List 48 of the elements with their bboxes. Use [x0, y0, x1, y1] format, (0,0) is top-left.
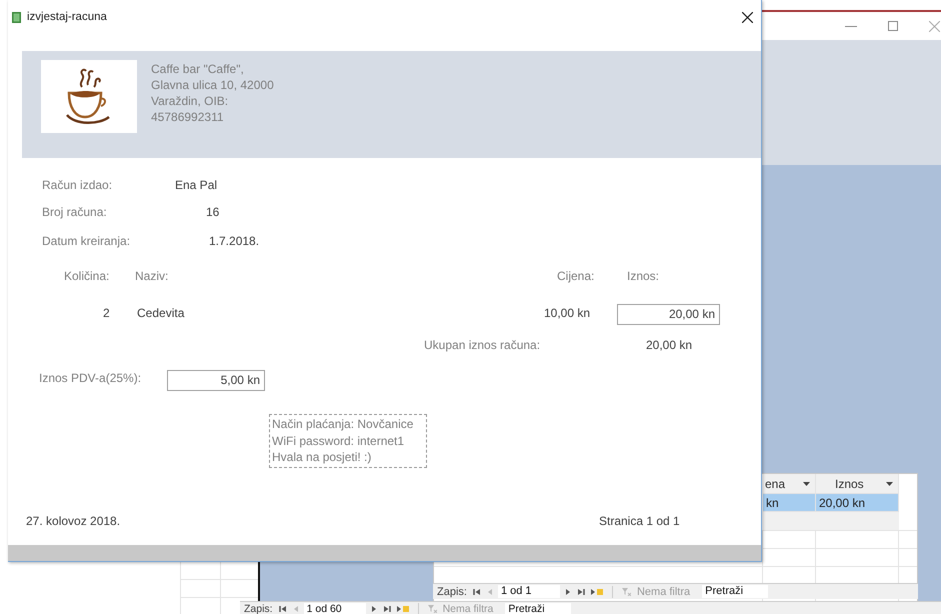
- first-record-icon[interactable]: [278, 605, 287, 613]
- field-value: Ena Pal: [175, 178, 218, 192]
- new-record-icon[interactable]: [590, 588, 603, 596]
- record-number-field[interactable]: 1 od 1: [498, 585, 560, 598]
- record-label: Zapis:: [244, 603, 273, 614]
- next-record-icon[interactable]: [372, 605, 377, 613]
- dropdown-arrow-icon[interactable]: [886, 482, 893, 486]
- company-info: 45786992311: [151, 109, 225, 125]
- field-value: 1.7.2018.: [209, 234, 260, 248]
- field-label: Datum kreiranja:: [42, 234, 130, 248]
- search-field[interactable]: Pretraži: [702, 585, 768, 598]
- column-label: Naziv:: [135, 269, 168, 283]
- field-value: 16: [206, 205, 220, 219]
- maximize-icon[interactable]: [888, 21, 898, 31]
- amount-field: 20,00 kn: [617, 304, 720, 325]
- field-label: Račun izdao:: [42, 178, 112, 192]
- page-number: Stranica 1 od 1: [599, 514, 680, 528]
- report-icon: [12, 12, 21, 22]
- window-title: izvjestaj-racuna: [27, 11, 107, 23]
- company-info: Caffe bar "Caffe",: [151, 61, 245, 77]
- total-value: 20,00 kn: [646, 338, 692, 352]
- vat-label: Iznos PDV-a(25%):: [39, 371, 142, 385]
- last-record-icon[interactable]: [576, 588, 585, 596]
- print-date: 27. kolovoz 2018.: [26, 514, 120, 528]
- last-record-icon[interactable]: [382, 605, 391, 613]
- quantity-value: 2: [103, 306, 110, 320]
- next-record-icon[interactable]: [566, 588, 571, 596]
- column-label: Iznos:: [627, 269, 660, 283]
- dropdown-arrow-icon[interactable]: [803, 482, 810, 486]
- company-info: Glavna ulica 10, 42000: [151, 77, 274, 93]
- close-icon[interactable]: [742, 12, 753, 22]
- search-field[interactable]: Pretraži: [505, 603, 572, 614]
- first-record-icon[interactable]: [472, 588, 481, 596]
- note-text: Način plaćanja: Novčanice: [272, 416, 414, 432]
- vat-field: 5,00 kn: [167, 370, 265, 391]
- column-label: Cijena:: [557, 269, 594, 283]
- new-record-icon[interactable]: [396, 605, 409, 613]
- record-number-field[interactable]: 1 od 60: [304, 603, 366, 614]
- total-label: Ukupan iznos računa:: [424, 338, 540, 352]
- table-row[interactable]: kn 20,00 kn: [763, 494, 899, 512]
- note-text: Hvala na posjeti! :): [272, 449, 372, 466]
- field-label: Broj računa:: [42, 205, 107, 219]
- note-text: WiFi password: internet1: [272, 432, 406, 449]
- company-info: Varaždin, OIB:: [151, 93, 230, 109]
- item-name: Cedevita: [137, 306, 184, 320]
- column-label: Količina:: [64, 269, 110, 283]
- record-label: Zapis:: [437, 586, 467, 598]
- price-value: 10,00 kn: [544, 306, 590, 320]
